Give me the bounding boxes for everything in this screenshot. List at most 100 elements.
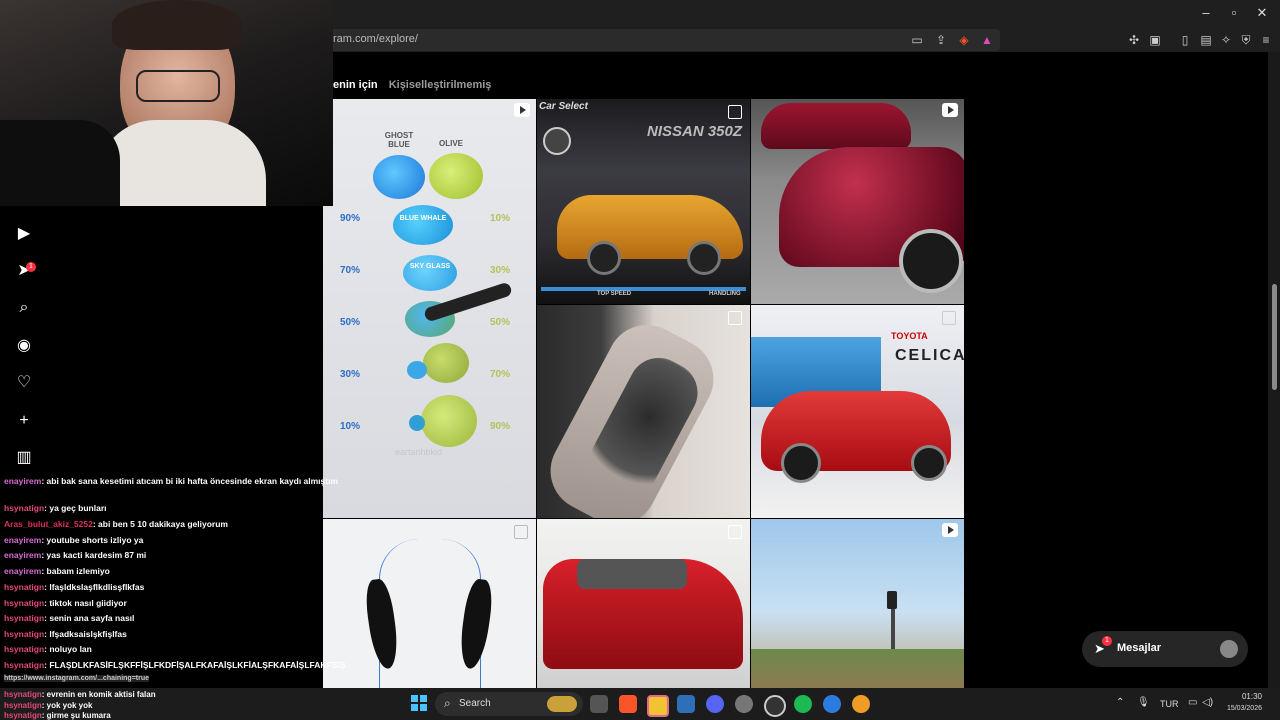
celica-model: CELICA bbox=[895, 347, 964, 364]
pct-right-1: 30% bbox=[490, 265, 511, 276]
carousel-icon bbox=[728, 525, 742, 539]
file-explorer-icon[interactable] bbox=[647, 695, 669, 717]
blob-olive bbox=[429, 153, 483, 199]
chat-line: hsynatign: ya geç bunları bbox=[4, 503, 107, 513]
share-icon[interactable]: ⇪ bbox=[934, 33, 948, 47]
tab-non-personalized[interactable]: Kişiselleştirilmemiş bbox=[389, 79, 492, 91]
blue-whale-label: BLUE WHALE bbox=[399, 215, 447, 222]
vpn-icon[interactable]: ⛨ bbox=[1239, 33, 1253, 47]
chat-user: hsynatign bbox=[4, 503, 45, 513]
chat-line: hsynatign: yok yok yok bbox=[4, 701, 92, 710]
brave-shield-icon[interactable]: ◈ bbox=[957, 33, 971, 47]
ghost-blue-header: GHOST BLUE bbox=[384, 131, 414, 149]
chat-user: enayirem bbox=[4, 476, 42, 486]
dashboard-icon[interactable]: ▥ bbox=[14, 448, 34, 468]
chat-line: hsynatign: evrenin en komik aktisi falan bbox=[4, 690, 156, 699]
wallet-icon[interactable]: ▤ bbox=[1199, 33, 1213, 47]
settings-icon[interactable] bbox=[735, 695, 753, 713]
streamer-hair bbox=[112, 0, 242, 50]
tray-chevron-icon[interactable]: ⌃ bbox=[1116, 697, 1124, 708]
explore-icon[interactable]: ◉ bbox=[14, 336, 34, 356]
address-bar[interactable] bbox=[320, 29, 1000, 51]
create-icon[interactable]: + bbox=[14, 411, 34, 431]
scrollbar-thumb[interactable] bbox=[1272, 284, 1277, 390]
spotify-icon[interactable] bbox=[794, 695, 812, 713]
chat-user: Aras_bulut_akiz_5252 bbox=[4, 519, 93, 529]
explore-tile-nissan[interactable]: Car Select NISSAN 350Z TOP SPEED HANDLIN… bbox=[537, 99, 750, 304]
discord-icon[interactable] bbox=[706, 695, 724, 713]
search-icon[interactable]: ⌕ bbox=[14, 298, 34, 318]
direct-badge: 1 bbox=[26, 262, 36, 272]
overwatch-icon[interactable] bbox=[852, 695, 870, 713]
network-icon[interactable]: ▭ bbox=[1188, 697, 1197, 708]
chat-text: : abi ben 5 10 dakikaya geliyorum bbox=[92, 519, 228, 529]
blob-blue-whale bbox=[393, 205, 453, 245]
app-icon[interactable] bbox=[677, 695, 695, 713]
sky-glass-label: SKY GLASS bbox=[409, 263, 451, 270]
reel-icon bbox=[514, 103, 530, 117]
chat-line: hsynatign: senin ana sayfa nasıl bbox=[4, 613, 134, 623]
heart-icon[interactable]: ♡ bbox=[14, 373, 34, 393]
windows-start-icon[interactable] bbox=[411, 695, 427, 711]
reels-icon[interactable]: ▶ bbox=[14, 224, 34, 244]
close-button[interactable]: ✕ bbox=[1252, 4, 1272, 22]
task-view-icon[interactable] bbox=[590, 695, 608, 713]
brave-rewards-icon[interactable]: ▲ bbox=[980, 33, 994, 47]
pct-left-1: 70% bbox=[340, 265, 361, 276]
address-bar-url: ram.com/explore/ bbox=[333, 33, 418, 45]
mic-icon[interactable]: 🎙︎ bbox=[1137, 697, 1150, 708]
carousel-icon bbox=[728, 311, 742, 325]
explore-tile-color-mix[interactable]: GHOST BLUE OLIVE BLUE WHALE SKY GLASS 90… bbox=[323, 99, 536, 518]
menu-icon[interactable]: ≡ bbox=[1259, 33, 1273, 47]
pct-right-2: 50% bbox=[490, 317, 511, 328]
reel-icon bbox=[942, 103, 958, 117]
battle-net-icon[interactable] bbox=[823, 695, 841, 713]
pct-left-0: 90% bbox=[340, 213, 361, 224]
explore-tile-street[interactable] bbox=[751, 519, 964, 688]
clock-time[interactable]: 01:30 bbox=[1222, 692, 1262, 701]
explore-tabs: enin için Kişiselleştirilmemiş bbox=[333, 79, 491, 91]
chat-line: enayirem: yas kacti kardesim 87 mi bbox=[4, 550, 146, 560]
sidebar-toggle-icon[interactable]: ▯ bbox=[1178, 33, 1192, 47]
language-indicator[interactable]: TUR bbox=[1160, 699, 1179, 709]
minimize-button[interactable]: – bbox=[1196, 4, 1216, 22]
front-wheel bbox=[587, 241, 621, 275]
chat-text: : girme şu kumara bbox=[41, 711, 111, 720]
webcam-overlay bbox=[0, 0, 333, 206]
messages-label: Mesajlar bbox=[1117, 642, 1162, 654]
search-placeholder: Search bbox=[459, 698, 491, 709]
extensions-icon[interactable]: ✣ bbox=[1127, 33, 1141, 47]
chat-user: enayirem bbox=[4, 535, 42, 545]
reader-icon[interactable]: ▣ bbox=[1148, 33, 1162, 47]
screen-cast-icon[interactable]: ▭ bbox=[910, 33, 924, 47]
chat-line: hsynatign: girme şu kumara bbox=[4, 711, 111, 720]
chat-text: : abi bak sana kesetimi atıcam bi iki ha… bbox=[41, 476, 339, 486]
maximize-button[interactable]: ▫ bbox=[1224, 4, 1244, 22]
avatar bbox=[1220, 640, 1238, 658]
chat-user: hsynatign bbox=[4, 690, 42, 699]
steam-icon[interactable] bbox=[764, 695, 786, 717]
blob-sky-glass bbox=[403, 255, 457, 291]
explore-tile-tattoo[interactable] bbox=[537, 305, 750, 518]
messages-button[interactable]: ➤ 1 Mesajlar bbox=[1082, 631, 1248, 667]
taskbar-search[interactable]: ⌕ Search bbox=[435, 692, 583, 716]
explore-tile-flame-sketch[interactable] bbox=[323, 519, 536, 688]
chat-line: enayirem: abi bak sana kesetimi atıcam b… bbox=[4, 476, 338, 486]
chat-user: hsynatign bbox=[4, 598, 45, 608]
search-highlight-icon bbox=[547, 696, 577, 712]
chat-user: hsynatign bbox=[4, 701, 42, 710]
pct-right-0: 10% bbox=[490, 213, 511, 224]
explore-tile-red-classic[interactable] bbox=[537, 519, 750, 688]
explore-tile-red-cars[interactable] bbox=[751, 99, 964, 304]
clock-date[interactable]: 15/03/2026 bbox=[1212, 705, 1262, 712]
explore-tile-celica[interactable]: TOYOTA CELICA bbox=[751, 305, 964, 518]
streamer-glasses bbox=[136, 70, 220, 102]
chat-text: : lfşadksaislşkfişlfas bbox=[44, 629, 127, 639]
toyota-brand: TOYOTA bbox=[891, 331, 928, 341]
street-trees bbox=[751, 649, 964, 688]
carousel-icon bbox=[728, 105, 742, 119]
leo-ai-icon[interactable]: ✧ bbox=[1219, 33, 1233, 47]
tab-for-you[interactable]: enin için bbox=[333, 79, 378, 91]
chat-text: : yok yok yok bbox=[41, 701, 93, 710]
brave-icon[interactable] bbox=[619, 695, 637, 713]
